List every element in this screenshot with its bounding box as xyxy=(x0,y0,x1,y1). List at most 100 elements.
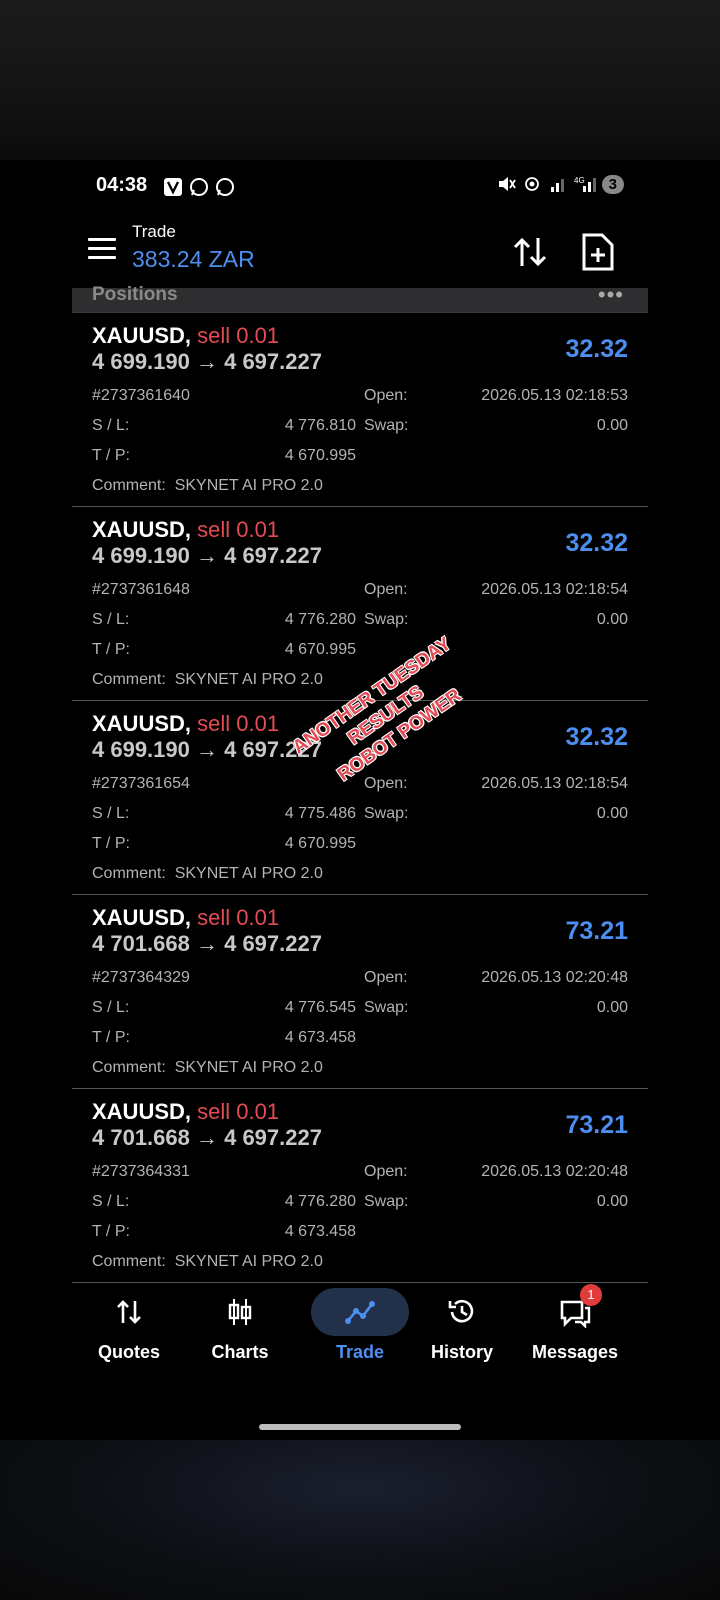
position-symbol: XAUUSD, xyxy=(92,323,192,348)
tp-value: 4 673.458 xyxy=(284,1029,356,1046)
status-bar: 04:38 4G 3 xyxy=(96,172,624,202)
notification-icons xyxy=(162,176,236,198)
signal-icon xyxy=(550,179,564,192)
open-label: Open: xyxy=(364,581,408,598)
tp-value: 4 673.458 xyxy=(284,1223,356,1240)
tp-value: 4 670.995 xyxy=(284,447,356,464)
position-item[interactable]: XAUUSD, sell 0.01 4 701.668 → 4 697.227 … xyxy=(72,895,648,1089)
sl-value: 4 776.280 xyxy=(284,1193,356,1210)
comment-value: SKYNET AI PRO 2.0 xyxy=(174,477,323,494)
tp-label: T / P: xyxy=(92,835,130,852)
tp-value: 4 670.995 xyxy=(284,835,356,852)
position-profit: 73.21 xyxy=(565,1111,628,1139)
nav-messages-label: Messages xyxy=(531,1342,619,1362)
system-icons: 4G 3 xyxy=(496,174,624,194)
nav-history-label: History xyxy=(430,1342,493,1362)
quotes-icon xyxy=(105,1288,153,1336)
more-options-icon[interactable]: ••• xyxy=(598,282,624,308)
nav-charts[interactable]: Charts xyxy=(185,1280,295,1380)
positions-section-header: Positions ••• xyxy=(72,282,648,313)
comment-label: Comment: xyxy=(92,477,166,494)
comment-value: SKYNET AI PRO 2.0 xyxy=(174,1059,323,1076)
whatsapp-icon xyxy=(188,176,210,198)
nav-trade[interactable]: Trade xyxy=(305,1280,415,1380)
position-profit: 73.21 xyxy=(565,917,628,945)
tp-label: T / P: xyxy=(92,641,130,658)
swap-value: 0.00 xyxy=(596,805,628,822)
swap-label: Swap: xyxy=(364,611,409,628)
v-app-icon xyxy=(162,176,184,198)
sort-icon[interactable] xyxy=(510,232,550,272)
page-title: Trade xyxy=(132,222,176,241)
sl-value: 4 776.810 xyxy=(284,417,356,434)
position-prices: 4 701.668 → 4 697.227 xyxy=(92,1125,322,1150)
sl-value: 4 776.545 xyxy=(284,999,356,1016)
position-side: sell 0.01 xyxy=(197,1099,280,1124)
swap-value: 0.00 xyxy=(596,611,628,628)
nav-quotes-label: Quotes xyxy=(97,1342,160,1362)
swap-label: Swap: xyxy=(364,805,409,822)
open-label: Open: xyxy=(364,775,408,792)
sl-label: S / L: xyxy=(92,1193,130,1210)
positions-list: XAUUSD, sell 0.01 4 699.190 → 4 697.227 … xyxy=(72,313,648,1283)
app-header: Trade 383.24 ZAR xyxy=(72,220,648,290)
comment-value: SKYNET AI PRO 2.0 xyxy=(174,1253,323,1270)
position-symbol: XAUUSD, xyxy=(92,711,192,736)
account-balance: 383.24 ZAR xyxy=(132,246,255,272)
sl-value: 4 776.280 xyxy=(284,611,356,628)
swap-value: 0.00 xyxy=(596,1193,628,1210)
position-side: sell 0.01 xyxy=(197,517,280,542)
menu-icon[interactable] xyxy=(88,238,116,260)
position-item[interactable]: XAUUSD, sell 0.01 4 699.190 → 4 697.227 … xyxy=(72,313,648,507)
new-order-icon[interactable] xyxy=(580,232,616,272)
open-label: Open: xyxy=(364,387,408,404)
comment-value: SKYNET AI PRO 2.0 xyxy=(174,865,323,882)
position-item[interactable]: XAUUSD, sell 0.01 4 701.668 → 4 697.227 … xyxy=(72,1089,648,1283)
open-label: Open: xyxy=(364,1163,408,1180)
comment-label: Comment: xyxy=(92,1059,166,1076)
open-time: 2026.05.13 02:20:48 xyxy=(481,1163,628,1180)
swap-label: Swap: xyxy=(364,1193,409,1210)
swap-value: 0.00 xyxy=(596,417,628,434)
open-time: 2026.05.13 02:18:53 xyxy=(481,387,628,404)
tp-label: T / P: xyxy=(92,447,130,464)
position-prices: 4 699.190 → 4 697.227 xyxy=(92,543,322,568)
messages-badge: 1 xyxy=(580,1284,602,1306)
phone-screen: 04:38 4G 3 Trade 383.24 ZAR Positions ••… xyxy=(72,160,648,1440)
svg-text:4G: 4G xyxy=(574,176,585,185)
comment-label: Comment: xyxy=(92,1253,166,1270)
comment-label: Comment: xyxy=(92,671,166,688)
position-side: sell 0.01 xyxy=(197,905,280,930)
battery-indicator: 3 xyxy=(601,174,624,194)
mute-icon xyxy=(498,177,516,191)
home-indicator[interactable] xyxy=(259,1424,461,1430)
swap-label: Swap: xyxy=(364,417,409,434)
position-ticket: #2737361654 xyxy=(92,775,190,792)
nav-history[interactable]: History xyxy=(407,1280,517,1380)
open-time: 2026.05.13 02:18:54 xyxy=(481,775,628,792)
position-ticket: #2737361648 xyxy=(92,581,190,598)
positions-title: Positions xyxy=(92,284,178,305)
position-symbol: XAUUSD, xyxy=(92,1099,192,1124)
nav-quotes[interactable]: Quotes xyxy=(74,1280,184,1380)
sl-label: S / L: xyxy=(92,999,130,1016)
bottom-nav: Quotes Charts Trade History 1 Messages xyxy=(72,1280,648,1390)
hotspot-icon xyxy=(524,177,539,191)
comment-value: SKYNET AI PRO 2.0 xyxy=(174,671,323,688)
position-symbol: XAUUSD, xyxy=(92,905,192,930)
position-profit: 32.32 xyxy=(565,335,628,363)
open-time: 2026.05.13 02:18:54 xyxy=(481,581,628,598)
position-ticket: #2737364329 xyxy=(92,969,190,986)
position-prices: 4 701.668 → 4 697.227 xyxy=(92,931,322,956)
open-time: 2026.05.13 02:20:48 xyxy=(481,969,628,986)
open-label: Open: xyxy=(364,969,408,986)
comment-label: Comment: xyxy=(92,865,166,882)
candlestick-icon xyxy=(216,1288,264,1336)
position-item[interactable]: XAUUSD, sell 0.01 4 699.190 → 4 697.227 … xyxy=(72,507,648,701)
sl-value: 4 775.486 xyxy=(284,805,356,822)
blurred-background-top xyxy=(0,0,720,160)
nav-messages[interactable]: 1 Messages xyxy=(520,1280,630,1380)
tp-label: T / P: xyxy=(92,1223,130,1240)
tp-value: 4 670.995 xyxy=(284,641,356,658)
history-icon xyxy=(438,1288,486,1336)
